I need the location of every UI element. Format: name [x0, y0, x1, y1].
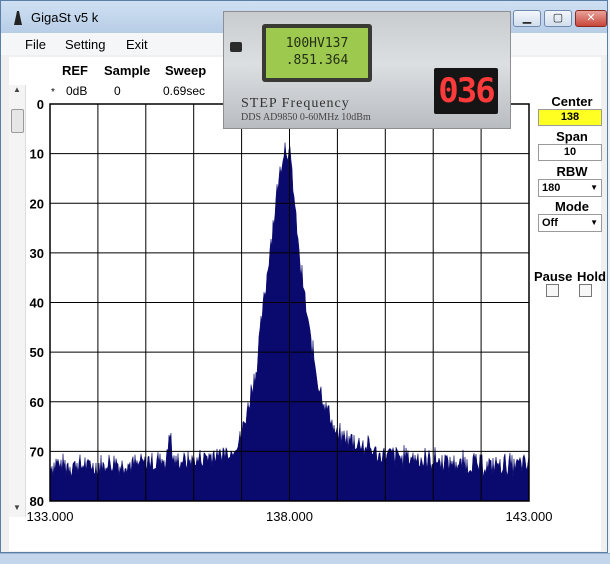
y-tick-label: 70	[30, 444, 44, 459]
pause-checkbox[interactable]	[546, 284, 559, 297]
led-display: 036	[434, 68, 498, 114]
lcd-line-2: .851.364	[285, 53, 349, 68]
hold-checkbox[interactable]	[579, 284, 592, 297]
y-tick-label: 20	[30, 196, 44, 211]
center-input[interactable]: 138	[538, 109, 602, 126]
y-tick-label: 50	[30, 345, 44, 360]
taskbar	[0, 553, 610, 564]
span-input[interactable]: 10	[538, 144, 602, 161]
photo-label-step-frequency: STEP Frequency	[241, 96, 350, 111]
pause-label: Pause	[534, 269, 573, 284]
x-tick-label: 143.000	[506, 509, 553, 524]
y-tick-label: 60	[30, 395, 44, 410]
lcd-line-1: 100HV137	[285, 36, 349, 51]
x-tick-label: 138.000	[266, 509, 313, 524]
y-tick-label: 30	[30, 246, 44, 261]
rbw-label: RBW	[556, 164, 588, 179]
chevron-down-icon: ▼	[590, 218, 598, 227]
rbw-value: 180	[542, 182, 561, 194]
lcd-screen: 100HV137 .851.364	[266, 28, 368, 78]
y-tick-label: 10	[30, 147, 44, 162]
rbw-select[interactable]: 180 ▼	[538, 179, 602, 197]
device-photo: 100HV137 .851.364 036 STEP Frequency DDS…	[223, 11, 511, 129]
hold-label: Hold	[577, 269, 606, 284]
screw-icon	[230, 42, 242, 52]
y-tick-label: 80	[30, 494, 44, 509]
lcd-display: 100HV137 .851.364	[262, 24, 372, 82]
mode-value: Off	[542, 217, 558, 229]
mode-label: Mode	[555, 199, 589, 214]
x-tick-label: 133.000	[27, 509, 74, 524]
span-label: Span	[556, 129, 588, 144]
chevron-down-icon: ▼	[590, 183, 598, 192]
app-window: GigaSt v5 k ▁ ▢ ✕ File Setting Exit REF …	[0, 0, 608, 553]
center-label: Center	[551, 94, 593, 109]
mode-select[interactable]: Off ▼	[538, 214, 602, 232]
y-tick-label: 40	[30, 296, 44, 311]
y-tick-label: 0	[37, 97, 44, 112]
photo-label-dds: DDS AD9850 0-60MHz 10dBm	[241, 112, 371, 123]
